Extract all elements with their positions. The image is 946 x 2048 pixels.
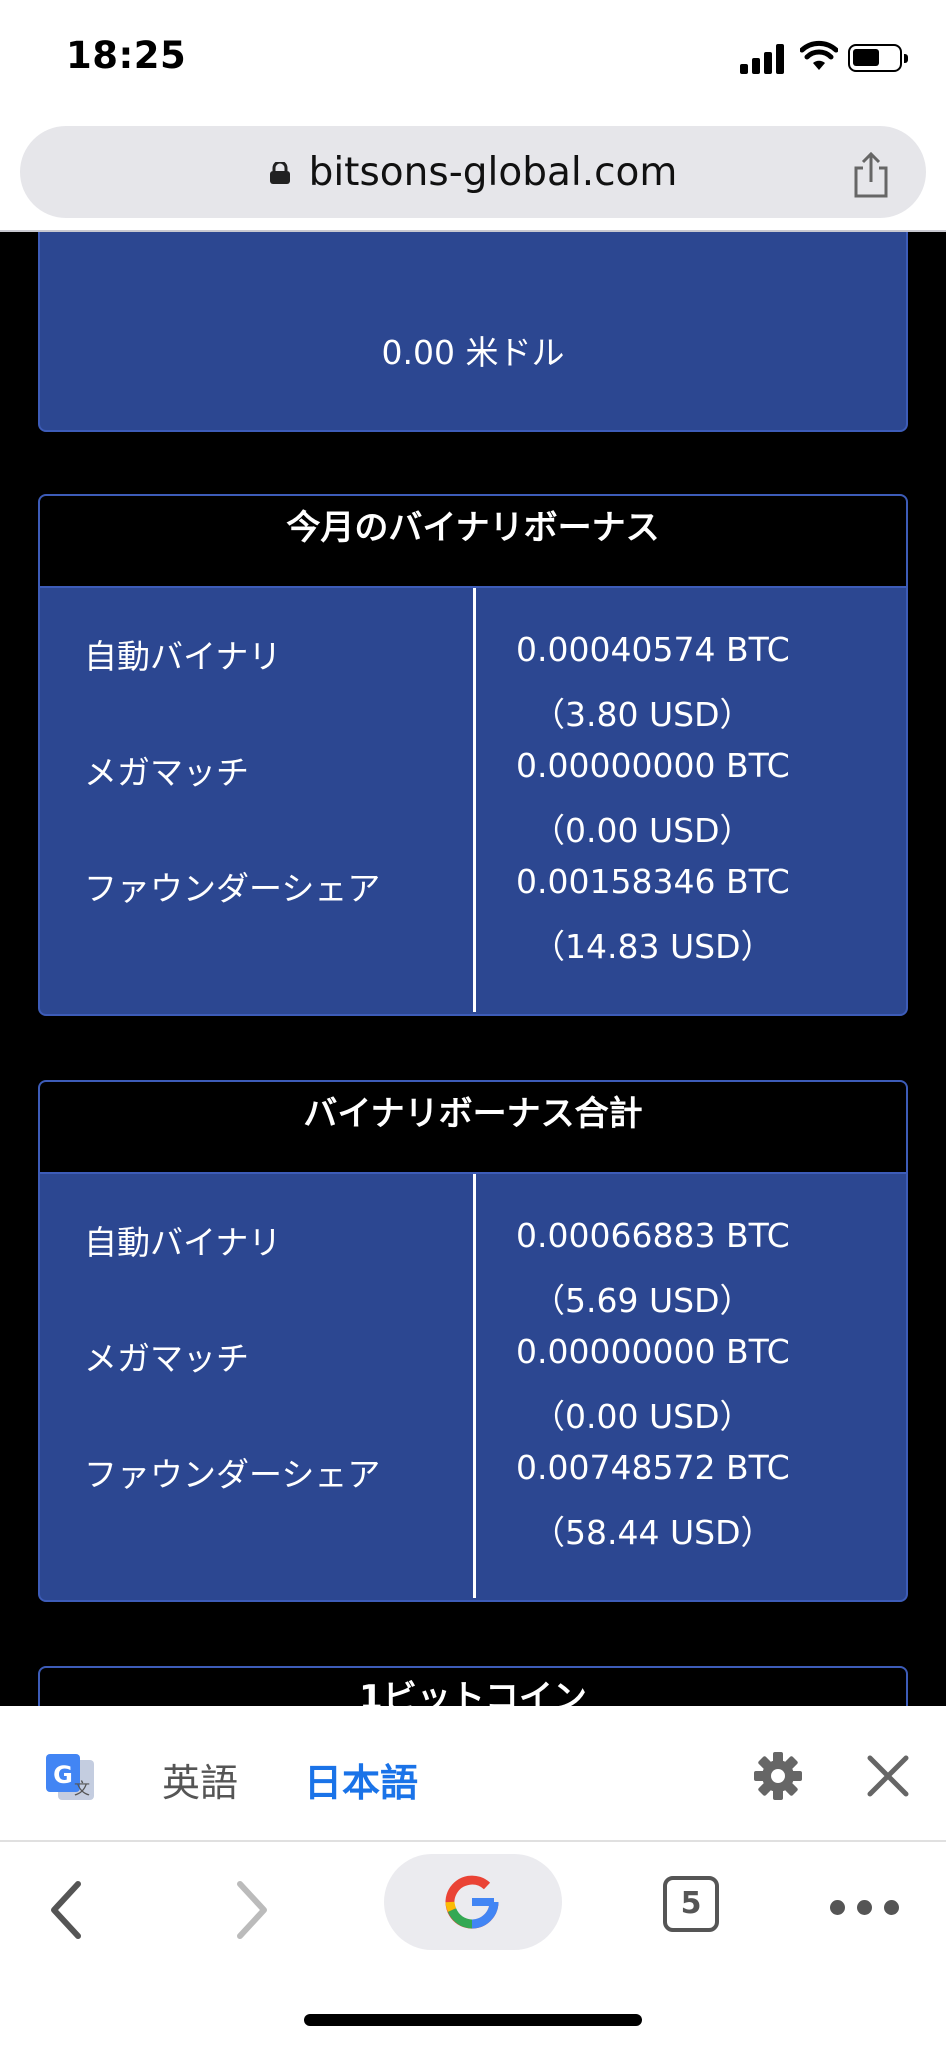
bonus-usd: （58.44 USD） — [532, 1513, 774, 1552]
target-language-tab[interactable]: 日本語 — [304, 1752, 418, 1807]
bonus-btc: 0.00158346 BTC — [516, 862, 790, 901]
status-bar: 18:25 — [0, 0, 946, 120]
bitcoin-card-title: 1ビットコイン — [40, 1668, 906, 1706]
total-bonus-card: バイナリボーナス合計 自動バイナリ 0.00066883 BTC （5.69 U… — [38, 1080, 908, 1602]
total-bonus-title: バイナリボーナス合計 — [40, 1082, 906, 1174]
bonus-btc: 0.00040574 BTC — [516, 630, 790, 669]
close-icon[interactable] — [866, 1754, 910, 1798]
balance-value: 0.00 米ドル — [381, 333, 565, 372]
monthly-bonus-title: 今月のバイナリボーナス — [40, 496, 906, 588]
bonus-label: ファウンダーシェア — [84, 869, 381, 908]
translate-bar: G 文 英語 日本語 — [0, 1706, 946, 1842]
forward-icon[interactable] — [232, 1878, 272, 1942]
bitcoin-card: 1ビットコイン — [38, 1666, 908, 1706]
bonus-label: 自動バイナリ — [84, 637, 282, 676]
total-bonus-body: 自動バイナリ 0.00066883 BTC （5.69 USD） メガマッチ 0… — [40, 1174, 906, 1598]
bonus-label: メガマッチ — [84, 753, 249, 792]
bonus-btc: 0.00748572 BTC — [516, 1448, 790, 1487]
bonus-label: 自動バイナリ — [84, 1223, 282, 1262]
bonus-usd: （0.00 USD） — [532, 1397, 753, 1436]
google-search-button[interactable] — [384, 1854, 562, 1950]
bonus-usd: （14.83 USD） — [532, 927, 774, 966]
bonus-btc: 0.00000000 BTC — [516, 1332, 790, 1371]
bonus-usd: （5.69 USD） — [532, 1281, 753, 1320]
google-logo-icon — [445, 1875, 499, 1929]
status-time: 18:25 — [66, 34, 187, 77]
cellular-signal-icon — [740, 44, 788, 74]
more-menu-icon[interactable] — [830, 1900, 900, 1916]
address-bar[interactable]: bitsons-global.com — [20, 126, 926, 218]
back-icon[interactable] — [46, 1878, 86, 1942]
browser-address-area: bitsons-global.com — [0, 120, 946, 232]
bonus-btc: 0.00066883 BTC — [516, 1216, 790, 1255]
bonus-usd: （3.80 USD） — [532, 695, 753, 734]
monthly-bonus-body: 自動バイナリ 0.00040574 BTC （3.80 USD） メガマッチ 0… — [40, 588, 906, 1012]
monthly-bonus-card: 今月のバイナリボーナス 自動バイナリ 0.00040574 BTC （3.80 … — [38, 494, 908, 1016]
battery-icon — [848, 44, 908, 72]
bonus-label: ファウンダーシェア — [84, 1455, 381, 1494]
column-divider — [473, 588, 476, 1012]
page-content: 0.00 米ドル 今月のバイナリボーナス 自動バイナリ 0.00040574 B… — [0, 232, 946, 1706]
svg-text:文: 文 — [74, 1779, 90, 1798]
gear-icon[interactable] — [752, 1750, 804, 1802]
bonus-usd: （0.00 USD） — [532, 811, 753, 850]
bonus-btc: 0.00000000 BTC — [516, 746, 790, 785]
home-indicator — [304, 2014, 642, 2026]
wifi-icon — [800, 40, 838, 70]
source-language-tab[interactable]: 英語 — [162, 1752, 238, 1807]
url-text[interactable]: bitsons-global.com — [20, 150, 926, 195]
svg-text:G: G — [53, 1761, 73, 1789]
column-divider — [473, 1174, 476, 1598]
google-translate-icon: G 文 — [46, 1754, 94, 1800]
browser-toolbar: 5 — [0, 1842, 946, 2048]
balance-card: 0.00 米ドル — [38, 232, 908, 432]
share-icon[interactable] — [848, 150, 894, 200]
bonus-label: メガマッチ — [84, 1339, 249, 1378]
tab-switcher-button[interactable]: 5 — [663, 1876, 719, 1932]
